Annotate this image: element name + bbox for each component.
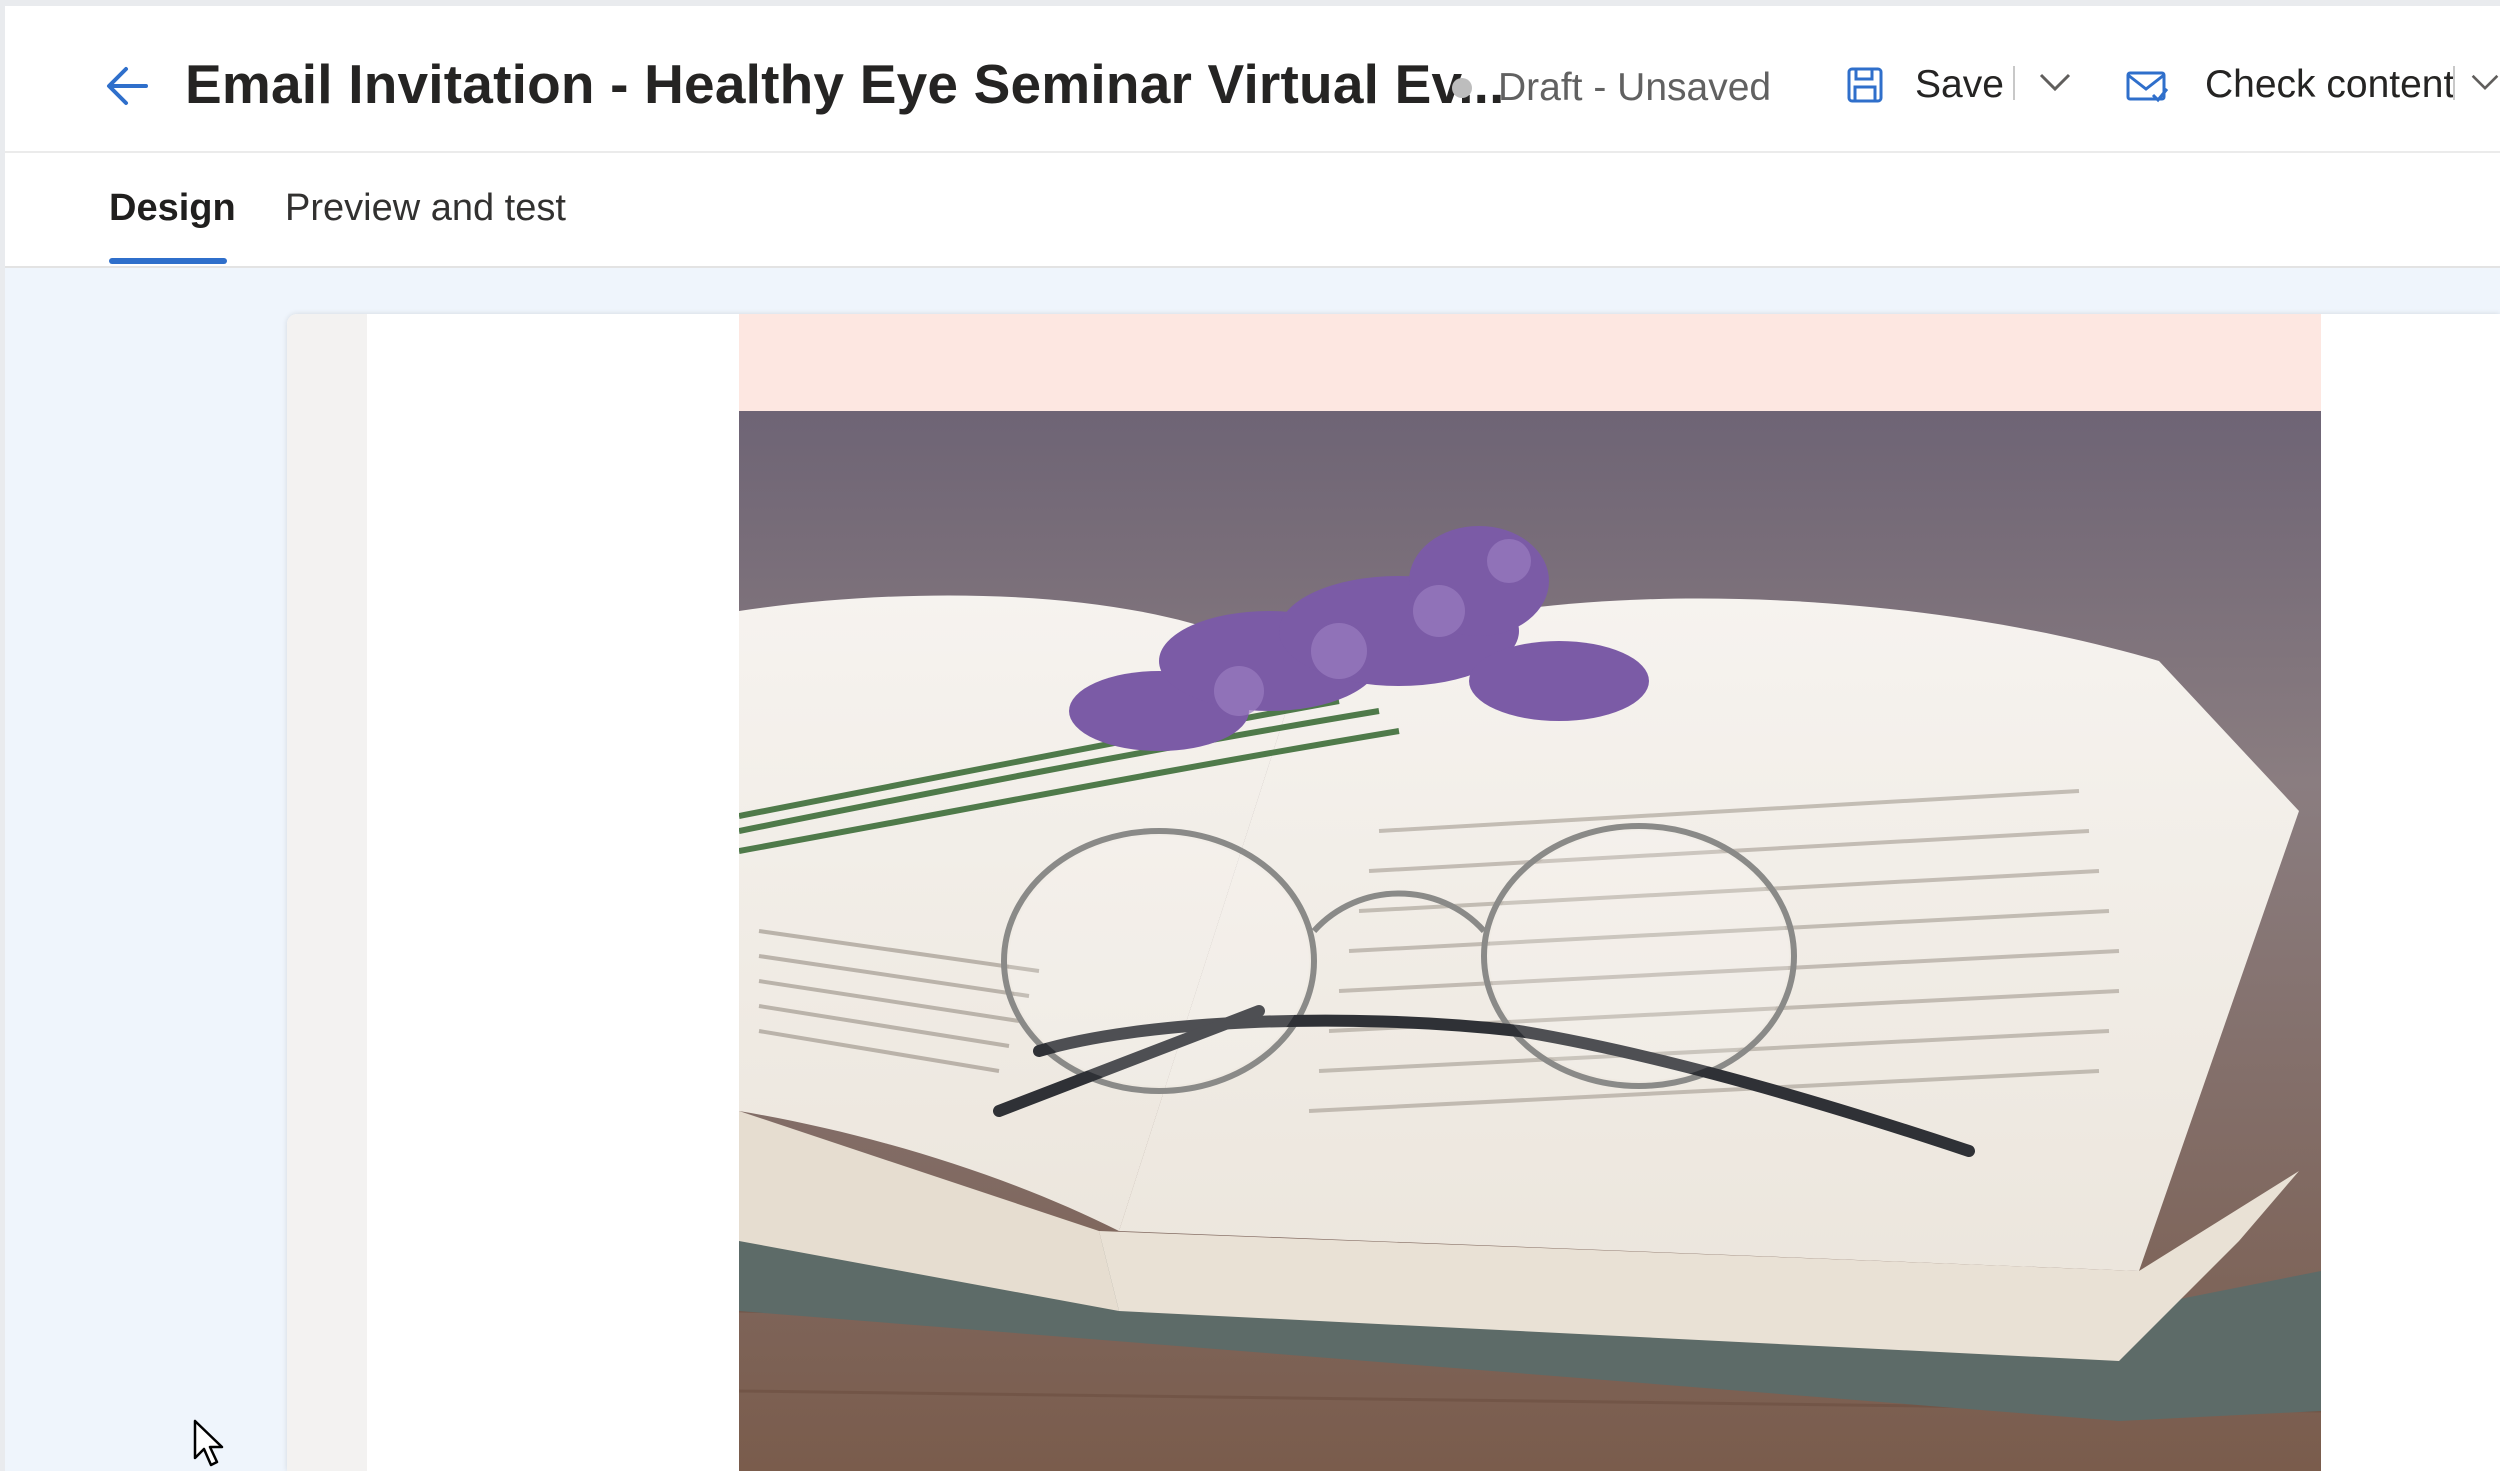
email-header-band[interactable] — [739, 314, 2321, 411]
back-arrow-icon — [107, 67, 148, 105]
chevron-down-icon — [2039, 73, 2071, 92]
save-options-button[interactable] — [2035, 62, 2075, 102]
check-content-icon — [2126, 71, 2169, 103]
design-workspace — [5, 268, 2500, 1471]
check-content-button[interactable]: Check content — [2125, 50, 2454, 120]
status-indicator: Draft - Unsaved — [1452, 66, 1771, 110]
save-divider — [2013, 66, 2015, 100]
back-button[interactable] — [97, 56, 157, 116]
status-dot-icon — [1452, 78, 1472, 98]
chevron-down-icon — [2471, 74, 2499, 91]
active-tab-indicator — [109, 258, 227, 264]
email-canvas[interactable] — [287, 314, 2500, 1471]
email-hero-image[interactable] — [739, 411, 2321, 1471]
status-text: Draft - Unsaved — [1498, 66, 1772, 109]
mouse-cursor-icon — [193, 1419, 224, 1467]
tab-design[interactable]: Design — [109, 187, 236, 230]
check-content-divider — [2453, 66, 2455, 100]
save-label: Save — [1915, 63, 2004, 106]
tab-preview-and-test[interactable]: Preview and test — [285, 187, 566, 230]
check-content-options-button[interactable] — [2470, 62, 2500, 102]
canvas-gutter — [287, 314, 367, 1471]
tab-bar: Design Preview and test — [5, 153, 2500, 268]
command-header: Email Invitation - Healthy Eye Seminar V… — [5, 6, 2500, 153]
save-button[interactable]: Save — [1845, 50, 2004, 120]
check-content-label: Check content — [2205, 63, 2455, 106]
hero-image — [739, 411, 2321, 1471]
save-icon — [1847, 67, 1883, 103]
page-title: Email Invitation - Healthy Eye Seminar V… — [185, 53, 1505, 115]
